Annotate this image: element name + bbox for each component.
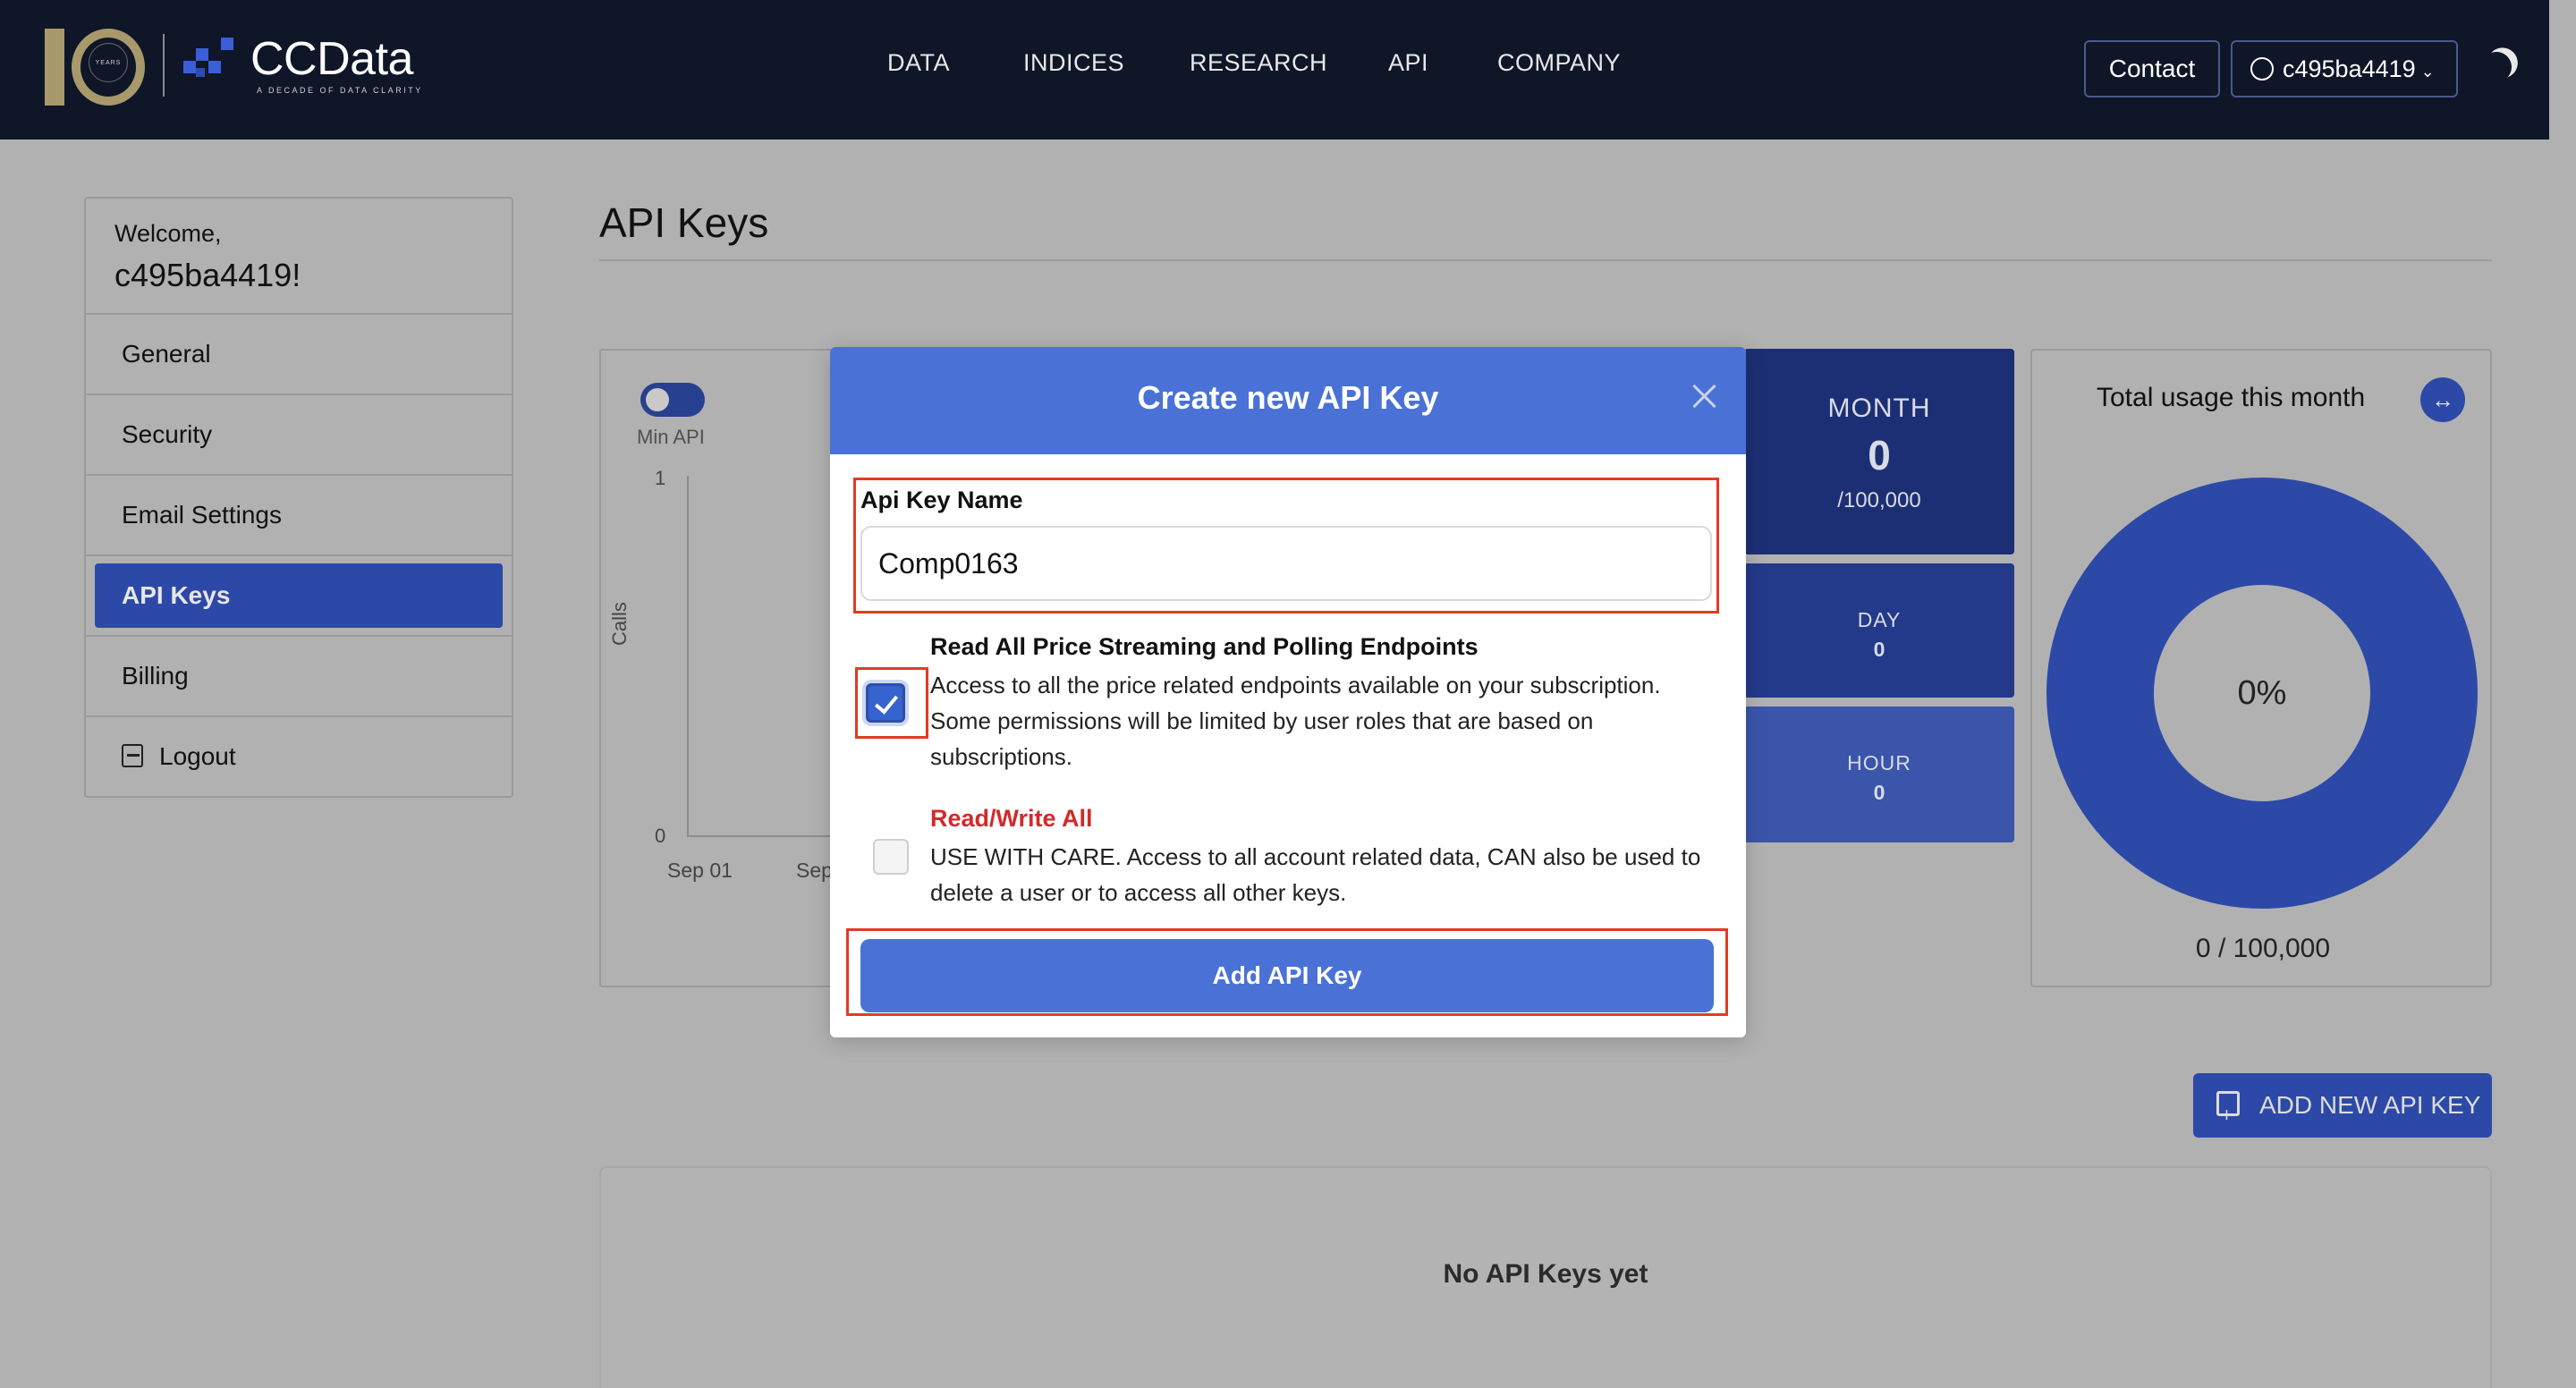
contact-button[interactable]: Contact [2084,40,2220,97]
month-label: MONTH [1827,394,1931,423]
welcome-block: Welcome, c495ba4419! [86,199,512,315]
read-write-all-title: Read/Write All [930,805,1093,832]
day-value: 0 [1873,638,1885,661]
chevron-down-icon: ⌄ [2420,63,2435,80]
add-api-key-button[interactable]: Add API Key [860,939,1714,1012]
empty-state-text: No API Keys yet [1443,1259,1648,1289]
read-write-all-checkbox[interactable] [873,839,909,875]
welcome-text: Welcome, [114,220,222,247]
month-usage-stat: MONTH 0 /100,000 [1744,349,2014,554]
logo-years-text: YEARS [89,43,128,82]
api-key-name-input[interactable] [860,526,1712,601]
day-label: DAY [1857,608,1902,631]
modal-title: Create new API Key [1137,379,1439,416]
y-tick-0: 0 [655,825,666,847]
user-menu-label: c495ba4419 [2283,55,2416,82]
welcome-username: c495ba4419! [114,257,301,293]
page-title: API Keys [599,199,769,246]
read-all-price-checkbox[interactable] [866,683,905,723]
sidebar-item-api-keys-label: API Keys [95,563,503,628]
hour-value: 0 [1873,781,1885,804]
api-key-name-label: Api Key Name [860,487,1023,513]
toggle-knob [646,388,669,411]
read-all-price-description: Access to all the price related endpoint… [930,672,1661,770]
read-write-all-description: USE WITH CARE. Access to all account rel… [930,843,1701,906]
usage-percent: 0% [2154,585,2370,801]
min-api-toggle[interactable] [640,383,705,417]
ccdata-logo-icon[interactable] [183,38,241,79]
nav-api[interactable]: API [1388,0,1428,125]
create-api-key-modal: Create new API Key Api Key Name Read All… [830,347,1746,1037]
sidebar-item-security[interactable]: Security [86,395,512,476]
logout-icon [122,743,143,767]
chart-y-axis [687,476,689,837]
month-limit: /100,000 [1837,488,1921,512]
ten-years-logo[interactable]: YEARS [45,27,145,107]
add-library-icon [2216,1083,2240,1147]
nav-company[interactable]: COMPANY [1497,0,1621,125]
day-usage-stat: DAY 0 [1744,563,2014,698]
y-tick-1: 1 [655,467,666,489]
hour-label: HOUR [1847,751,1911,774]
brand-tagline: A DECADE OF DATA CLARITY [257,86,423,95]
close-icon[interactable] [1687,379,1723,415]
add-new-api-key-label: ADD NEW API KEY [2259,1091,2481,1119]
usage-donut-chart: 0% [2046,478,2478,909]
dark-mode-moon-icon[interactable] [2477,47,2516,87]
nav-research[interactable]: RESEARCH [1190,0,1327,125]
modal-header: Create new API Key [830,347,1746,454]
read-all-price-title: Read All Price Streaming and Polling End… [930,633,1479,660]
min-api-toggle-label: Min API [637,426,705,448]
logout-label: Logout [159,742,236,770]
hour-usage-stat: HOUR 0 [1744,707,2014,842]
add-new-api-key-button[interactable]: ADD NEW API KEY [2193,1073,2492,1147]
sidebar-item-logout[interactable]: Logout [86,717,512,798]
nav-data[interactable]: DATA [887,0,950,125]
user-circle-icon [2250,56,2274,80]
brand-name[interactable]: CCData [250,32,413,86]
sidebar-item-email-settings[interactable]: Email Settings [86,476,512,556]
logo-one-glyph [45,29,64,106]
sidebar-item-billing[interactable]: Billing [86,637,512,717]
y-axis-label: Calls [608,602,631,646]
x-tick-sep-01: Sep 01 [667,859,733,882]
account-sidebar: Welcome, c495ba4419! General Security Em… [84,197,513,798]
usage-count: 0 / 100,000 [2195,934,2331,963]
sidebar-item-general[interactable]: General [86,315,512,395]
top-navbar: YEARS CCData A DECADE OF DATA CLARITY DA… [0,0,2549,140]
title-divider [599,259,2492,261]
month-value: 0 [1868,432,1891,478]
total-usage-card: Total usage this month ↔ 0% 0 / 100,000 [2030,349,2492,987]
nav-indices[interactable]: INDICES [1023,0,1124,125]
sidebar-item-api-keys[interactable]: API Keys [86,556,512,637]
user-menu-button[interactable]: c495ba4419 ⌄ [2231,40,2458,97]
api-keys-list: No API Keys yet [599,1166,2492,1388]
logo-divider [163,34,165,97]
x-tick-sep: Sep [796,859,833,882]
usage-title: Total usage this month [2097,383,2366,412]
expand-arrows-icon[interactable]: ↔ [2420,377,2465,422]
